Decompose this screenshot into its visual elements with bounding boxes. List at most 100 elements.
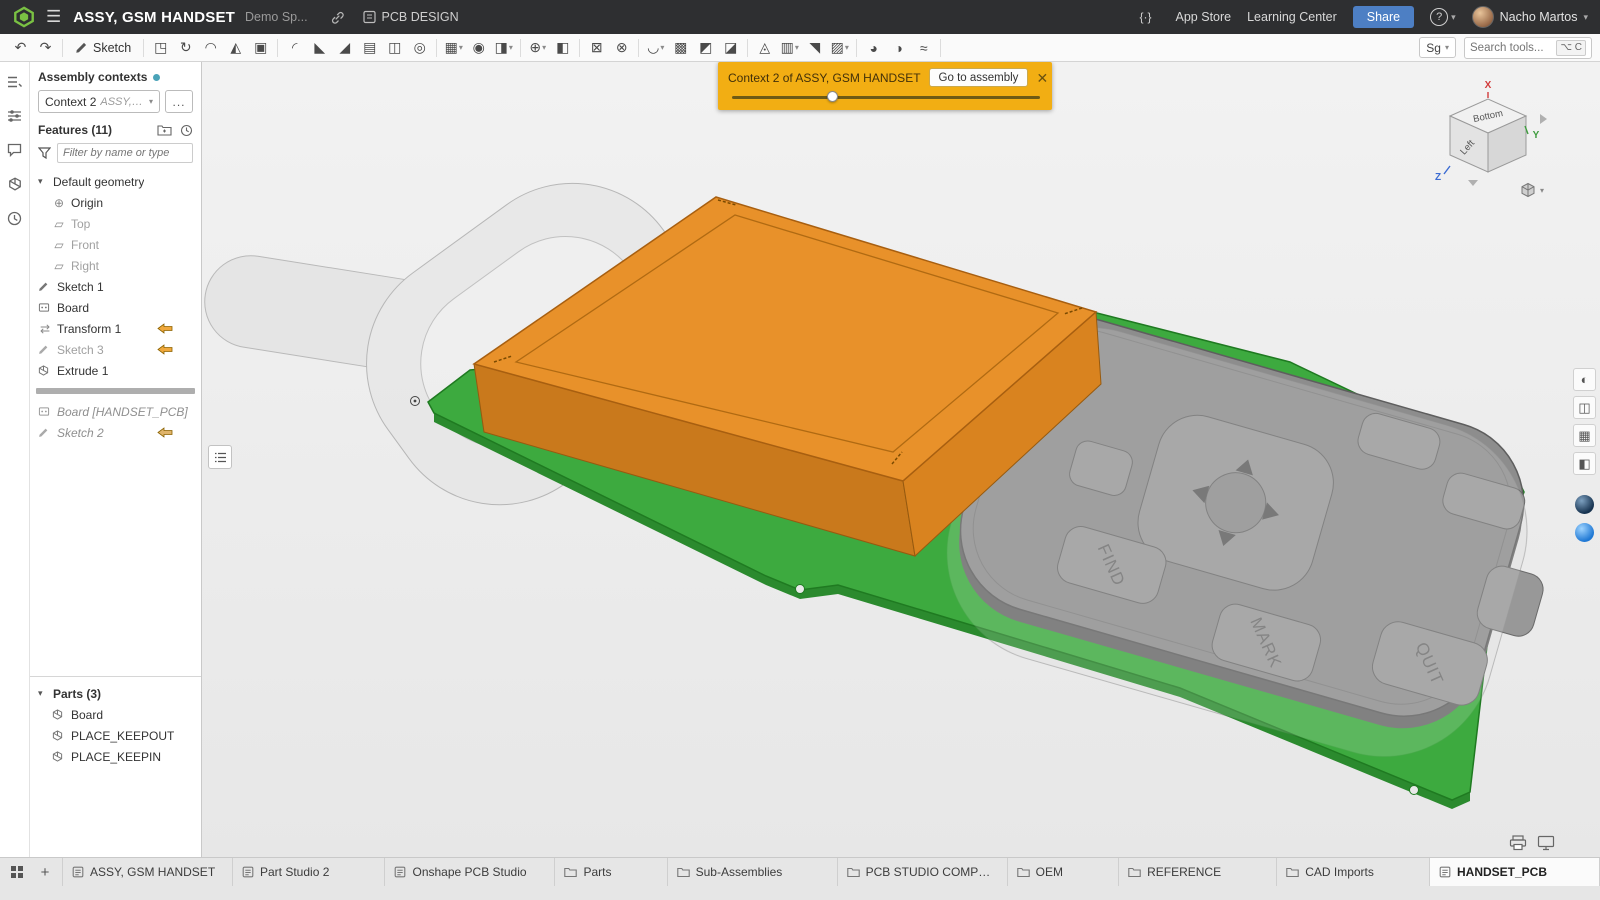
comments-icon[interactable] [5,140,25,160]
context-more-button[interactable]: ... [165,90,193,113]
material-sphere-icon[interactable] [1573,521,1596,544]
wrap-icon[interactable]: ◕ [861,36,886,59]
document-tab[interactable]: OEM [1008,858,1119,886]
main-menu-icon[interactable]: ☰ [46,7,61,27]
tree-item-board-handset-pcb[interactable]: Board [HANDSET_PCB] [30,401,201,422]
named-views-icon[interactable]: ◫ [1573,396,1596,419]
rotate-down-icon[interactable] [1468,180,1478,186]
document-tab[interactable]: Part Studio 2 [233,858,385,886]
tree-collapse-icon[interactable]: ▾ [38,688,48,699]
loft-icon[interactable]: ◭ [223,36,248,59]
document-tab[interactable]: Parts [555,858,667,886]
part-item-place-keepout[interactable]: PLACE_KEEPOUT [30,725,201,746]
developer-tools-icon[interactable]: {·} [1140,10,1152,24]
chamfer-icon[interactable]: ◣ [307,36,332,59]
hole-icon[interactable]: ◎ [407,36,432,59]
search-tools-box[interactable]: ⌥ C [1464,37,1592,59]
rollback-bar[interactable] [36,388,195,394]
document-tab[interactable]: PCB STUDIO COMPON... [838,858,1008,886]
extrude-icon[interactable]: ◳ [148,36,173,59]
history-icon[interactable] [5,208,25,228]
feature-list-icon[interactable] [5,72,25,92]
add-tab-button[interactable]: + [32,859,58,885]
tree-item-sketch-3[interactable]: Sketch 3 [30,339,201,360]
split-icon[interactable]: ◧ [550,36,575,59]
slider-track[interactable] [732,96,1040,99]
learning-center-link[interactable]: Learning Center [1247,10,1337,24]
move-face-icon[interactable]: ◩ [693,36,718,59]
document-tab[interactable]: Onshape PCB Studio [385,858,555,886]
configurations-icon[interactable] [5,106,25,126]
document-tab[interactable]: Sub-Assemblies [668,858,838,886]
parts-strip-icon[interactable] [5,174,25,194]
rollback-history-icon[interactable] [180,124,193,137]
fill-icon[interactable]: ▩ [668,36,693,59]
tree-item-extrude-1[interactable]: Extrude 1 [30,360,201,381]
featurescript-button[interactable]: Sg ▾ [1419,37,1456,58]
undo-icon[interactable]: ↶ [8,36,33,59]
display-options-icon[interactable]: ▦ [1573,424,1596,447]
revolve-icon[interactable]: ↻ [173,36,198,59]
graphics-canvas[interactable]: FIND MARK QUIT [202,62,1600,857]
tree-item-board[interactable]: Board [30,297,201,318]
tree-collapse-icon[interactable]: ▾ [38,176,48,187]
sheet-metal-icon[interactable]: ▥▾ [777,36,802,59]
tree-item-transform-1[interactable]: ⇄ Transform 1 [30,318,201,339]
context-select[interactable]: Context 2 ASSY, G... ▾ [38,90,160,113]
document-tab[interactable]: HANDSET_PCB [1430,858,1600,886]
circular-pattern-icon[interactable]: ◉ [466,36,491,59]
rib-icon[interactable]: ▤ [357,36,382,59]
tree-item-right-plane[interactable]: ▱ Right [30,255,201,276]
frame-icon[interactable]: ▨▾ [827,36,852,59]
close-icon[interactable]: ✕ [1036,71,1048,85]
document-tab[interactable]: CAD Imports [1277,858,1430,886]
context-slider[interactable] [732,91,1040,103]
context-reference-arrow-icon[interactable] [157,323,173,334]
document-tab[interactable]: ASSY, GSM HANDSET [63,858,233,886]
linear-pattern-icon[interactable]: ▦▾ [441,36,466,59]
spline-icon[interactable]: ≈ [911,36,936,59]
user-menu[interactable]: Nacho Martos ▾ [1472,6,1588,28]
tree-item-front-plane[interactable]: ▱ Front [30,234,201,255]
feature-filter-input[interactable] [57,143,193,163]
model-viewport[interactable]: FIND MARK QUIT [202,62,1600,857]
parts-title-row[interactable]: ▾ Parts (3) [30,683,201,704]
transform-icon[interactable]: ⊠ [584,36,609,59]
hide-show-icon[interactable]: ◐ [1573,368,1596,391]
slider-thumb[interactable] [827,91,838,102]
share-button[interactable]: Share [1353,6,1414,28]
thicken-icon[interactable]: ▣ [248,36,273,59]
help-menu[interactable]: ? ▾ [1430,8,1456,26]
go-to-assembly-button[interactable]: Go to assembly [929,68,1029,87]
part-item-place-keepin[interactable]: PLACE_KEEPIN [30,746,201,767]
render-mode-sphere-icon[interactable] [1573,493,1596,516]
shell-icon[interactable]: ◫ [382,36,407,59]
context-reference-arrow-icon[interactable] [157,344,173,355]
app-store-link[interactable]: App Store [1176,10,1232,24]
tree-item-sketch-1[interactable]: Sketch 1 [30,276,201,297]
mirror-icon[interactable]: ◨▾ [491,36,516,59]
link-icon[interactable] [330,10,345,25]
part-item-board[interactable]: Board [30,704,201,725]
tree-item-default-geometry[interactable]: ▾ Default geometry [30,171,201,192]
fillet-icon[interactable]: ◜ [282,36,307,59]
replace-face-icon[interactable]: ◪ [718,36,743,59]
rotate-right-icon[interactable] [1540,114,1547,124]
delete-part-icon[interactable]: ⊗ [609,36,634,59]
view-options-button[interactable]: ▾ [1520,182,1544,198]
sweep-icon[interactable]: ◠ [198,36,223,59]
measure-icon[interactable]: ◬ [752,36,777,59]
print-icon[interactable] [1509,835,1527,851]
redo-icon[interactable]: ↷ [33,36,58,59]
onshape-logo-icon[interactable] [12,5,36,29]
workspace-tab[interactable]: PCB DESIGN [363,10,459,24]
flange-icon[interactable]: ◥ [802,36,827,59]
document-tab[interactable]: REFERENCE [1119,858,1277,886]
new-folder-icon[interactable] [157,124,172,137]
surface-icon[interactable]: ◡▾ [643,36,668,59]
panel-toggle-button[interactable] [208,445,232,469]
context-reference-arrow-icon[interactable] [157,427,173,438]
view-cube[interactable]: Bottom Left X Y Z [1428,76,1548,186]
section-view-icon[interactable]: ◧ [1573,452,1596,475]
boolean-icon[interactable]: ⊕▾ [525,36,550,59]
